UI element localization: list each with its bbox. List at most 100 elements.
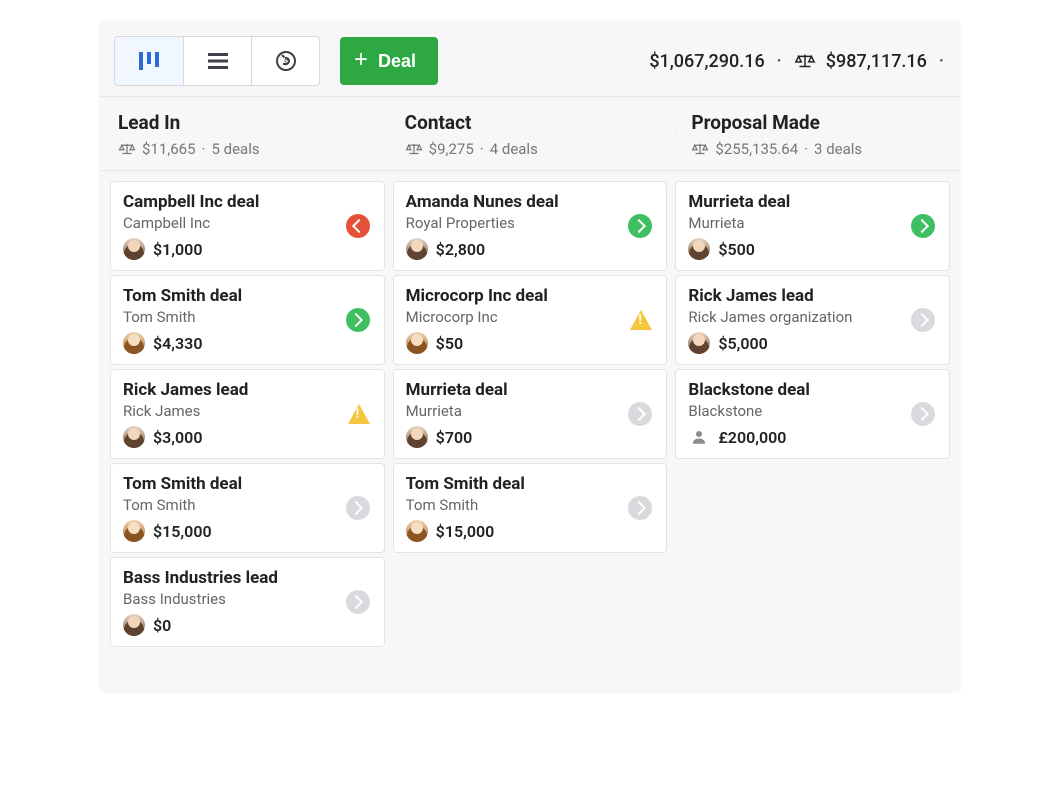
deal-status: [346, 308, 370, 332]
stage-title: Proposal Made: [687, 111, 946, 134]
avatar: [688, 238, 710, 260]
column-lead-in: Campbell Inc deal Campbell Inc $1,000 Tom S…: [106, 181, 389, 651]
avatar: [406, 520, 428, 542]
deal-amount: $700: [436, 428, 473, 447]
deal-amount: $50: [436, 334, 463, 353]
deal-status: [628, 496, 652, 520]
deal-amount-row: $4,330: [123, 332, 372, 354]
deal-org: Tom Smith: [123, 496, 372, 514]
view-toggle-group: $: [114, 36, 320, 86]
deal-status: [628, 214, 652, 238]
status-ok-icon: [346, 308, 370, 332]
deal-title: Tom Smith deal: [123, 474, 372, 494]
deal-title: Tom Smith deal: [123, 286, 372, 306]
stage-title: Lead In: [114, 111, 373, 134]
status-none-icon: [911, 308, 935, 332]
avatar: [123, 426, 145, 448]
deal-card[interactable]: Tom Smith dealTom Smith$15,000: [110, 463, 385, 553]
deal-title: Murrieta deal: [688, 192, 937, 212]
chevron-right-icon: [349, 595, 363, 609]
deal-amount-row: $3,000: [123, 426, 372, 448]
deal-card[interactable]: Bass Industries leadBass Industries$0: [110, 557, 385, 647]
status-ok-icon: [911, 214, 935, 238]
status-overdue-icon: [346, 214, 370, 238]
kanban-columns: Campbell Inc deal Campbell Inc $1,000 Tom S…: [100, 171, 960, 691]
deal-card[interactable]: Murrieta deal Murrieta $500: [675, 181, 950, 271]
deal-amount-row: $5,000: [688, 332, 937, 354]
deal-org: Tom Smith: [123, 308, 372, 326]
stage-header-contact[interactable]: Contact $9,275 · 4 deals: [387, 97, 674, 170]
status-none-icon: [628, 402, 652, 426]
deal-org: Campbell Inc: [123, 214, 372, 232]
deal-status: [911, 308, 935, 332]
deal-org: Murrieta: [688, 214, 937, 232]
chevron-right-icon: [914, 219, 928, 233]
chevron-right-icon: [349, 501, 363, 515]
deal-card[interactable]: Campbell Inc deal Campbell Inc $1,000: [110, 181, 385, 271]
deal-status: [628, 402, 652, 426]
deal-card[interactable]: Rick James lead Rick James organization $5…: [675, 275, 950, 365]
avatar: [123, 238, 145, 260]
deal-card[interactable]: Microcorp Inc dealMicrocorp Inc$50: [393, 275, 668, 365]
deal-org: Murrieta: [406, 402, 655, 420]
deal-status: [630, 310, 652, 330]
plus-icon: +: [354, 46, 368, 74]
deal-org: Royal Properties: [406, 214, 655, 232]
deal-amount: $1,000: [153, 240, 202, 259]
deal-title: Murrieta deal: [406, 380, 655, 400]
deal-card[interactable]: Blackstone dealBlackstone£200,000: [675, 369, 950, 459]
deal-status: [911, 402, 935, 426]
total-all: $1,067,290.16: [649, 51, 764, 72]
status-none-icon: [911, 402, 935, 426]
deal-card[interactable]: Amanda Nunes dealRoyal Properties$2,800: [393, 181, 668, 271]
stage-amount: $255,135.64: [715, 140, 798, 158]
deal-title: Campbell Inc deal: [123, 192, 372, 212]
chevron-right-icon: [632, 407, 646, 421]
status-ok-icon: [628, 214, 652, 238]
scale-icon: [691, 142, 709, 156]
deal-org: Microcorp Inc: [406, 308, 655, 326]
deal-amount-row: $1,000: [123, 238, 372, 260]
deal-status: [346, 214, 370, 238]
scale-icon: [405, 142, 423, 156]
deal-title: Tom Smith deal: [406, 474, 655, 494]
scale-icon: [118, 142, 136, 156]
view-forecast-button[interactable]: $: [251, 37, 319, 85]
avatar: [123, 332, 145, 354]
svg-text:$: $: [283, 58, 288, 67]
deal-card[interactable]: Tom Smith dealTom Smith$15,000: [393, 463, 668, 553]
stage-header-row: Lead In $11,665 · 5 deals Contact $9,275…: [100, 96, 960, 171]
warning-icon: [348, 404, 370, 424]
avatar: [406, 332, 428, 354]
warning-icon: [630, 310, 652, 330]
deal-card[interactable]: Rick James leadRick James$3,000: [110, 369, 385, 459]
deal-amount-row: £200,000: [688, 426, 937, 448]
view-kanban-button[interactable]: [115, 37, 183, 85]
stage-count: 3 deals: [814, 140, 862, 158]
avatar: [406, 238, 428, 260]
deal-amount: $500: [718, 240, 755, 259]
stage-header-lead-in[interactable]: Lead In $11,665 · 5 deals: [100, 97, 387, 170]
deal-amount: $5,000: [718, 334, 767, 353]
stage-header-proposal[interactable]: Proposal Made $255,135.64 · 3 deals: [673, 97, 960, 170]
status-none-icon: [346, 590, 370, 614]
deal-amount-row: $500: [688, 238, 937, 260]
deal-status: [346, 590, 370, 614]
stage-count: 4 deals: [490, 140, 538, 158]
view-list-button[interactable]: [183, 37, 251, 85]
deal-card[interactable]: Murrieta deal Murrieta $700: [393, 369, 668, 459]
deal-org: Rick James organization: [688, 308, 937, 326]
chevron-right-icon: [914, 313, 928, 327]
deal-amount-row: $50: [406, 332, 655, 354]
deal-org: Tom Smith: [406, 496, 655, 514]
deal-title: Rick James lead: [688, 286, 937, 306]
deal-card[interactable]: Tom Smith deal Tom Smith $4,330: [110, 275, 385, 365]
deal-amount: $3,000: [153, 428, 202, 447]
separator-dot: ·: [777, 51, 782, 72]
deal-status: [348, 404, 370, 424]
add-deal-button[interactable]: + Deal: [340, 37, 438, 85]
deal-amount: $4,330: [153, 334, 202, 353]
column-proposal: Murrieta deal Murrieta $500 Rick James lead…: [671, 181, 954, 651]
deal-amount: $0: [153, 616, 171, 635]
chevron-right-icon: [632, 219, 646, 233]
